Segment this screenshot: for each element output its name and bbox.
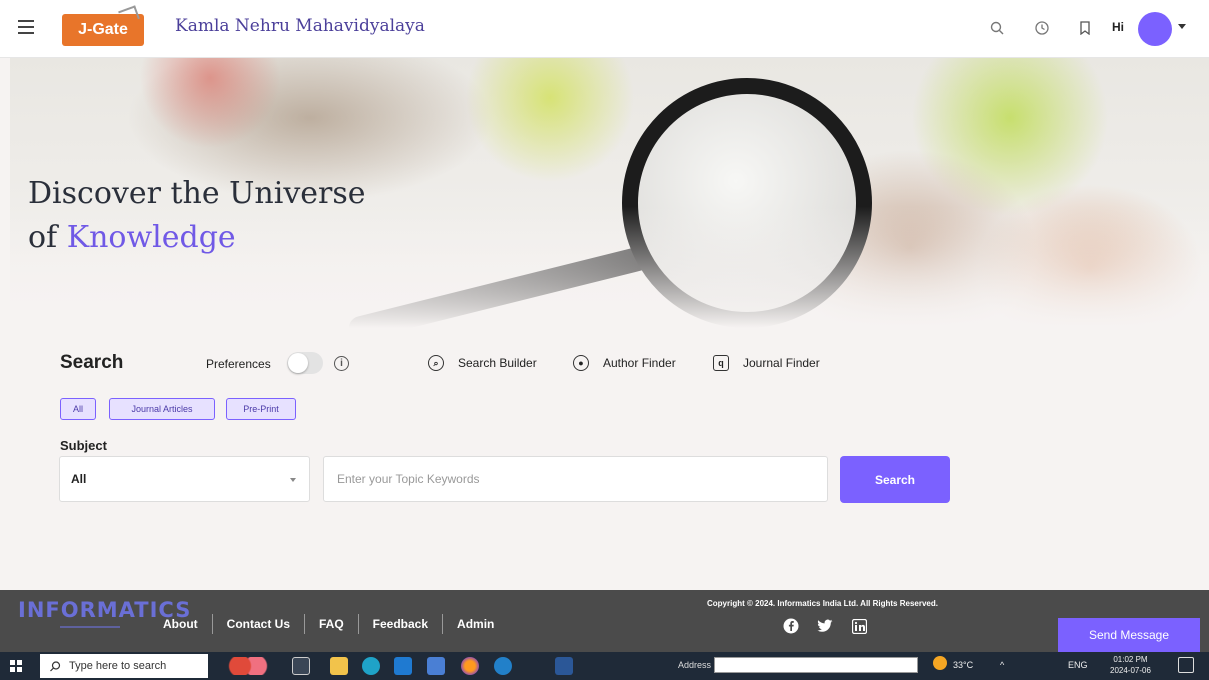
file-explorer-icon[interactable] <box>330 657 348 675</box>
copyright-text: Copyright © 2024. Informatics India Ltd.… <box>707 599 938 608</box>
notification-icon[interactable] <box>1178 657 1194 673</box>
twitter-icon[interactable] <box>817 618 833 634</box>
history-clock-icon[interactable] <box>1030 16 1054 40</box>
search-builder-icon: ⌕ <box>428 355 444 371</box>
footer-link-admin[interactable]: Admin <box>457 617 494 631</box>
filter-chip-all[interactable]: All <box>60 398 96 420</box>
search-icon <box>50 660 61 671</box>
store-icon[interactable] <box>427 657 445 675</box>
taskbar-search-placeholder: Type here to search <box>69 660 167 672</box>
search-builder-link[interactable]: ⌕ Search Builder <box>428 355 537 371</box>
bookmark-icon[interactable] <box>1073 16 1097 40</box>
jgate-logo[interactable]: J-Gate <box>62 5 144 46</box>
word-icon[interactable] <box>555 657 573 675</box>
subject-select[interactable]: All <box>59 456 310 502</box>
app-icon[interactable] <box>494 657 512 675</box>
top-header: J-Gate Kamla Nehru Mahavidyalaya Hi <box>0 0 1209 58</box>
author-finder-link[interactable]: ● Author Finder <box>573 355 676 371</box>
footer-link-about[interactable]: About <box>163 617 198 631</box>
taskbar-search-box[interactable]: Type here to search <box>40 654 208 678</box>
preferences-label: Preferences <box>206 357 271 371</box>
facebook-icon[interactable] <box>783 618 799 634</box>
flowers-widget-icon[interactable] <box>228 657 268 675</box>
hero-title: Discover the Universe of Knowledge <box>28 172 366 260</box>
hero-title-line1: Discover the Universe <box>28 176 366 211</box>
weather-icon[interactable] <box>933 656 947 670</box>
journal-icon: q <box>713 355 729 371</box>
language-indicator[interactable]: ENG <box>1068 660 1088 670</box>
subject-value: All <box>71 472 87 486</box>
chevron-down-icon[interactable] <box>1178 24 1186 29</box>
chevron-down-icon <box>290 478 296 482</box>
author-icon: ● <box>573 355 589 371</box>
menu-icon[interactable] <box>18 20 34 34</box>
hero-banner: Discover the Universe of Knowledge <box>10 58 1209 328</box>
footer-links: About Contact Us FAQ Feedback Admin <box>163 614 494 634</box>
mail-icon[interactable] <box>394 657 412 675</box>
logo-text: J-Gate <box>78 21 128 38</box>
send-message-button[interactable]: Send Message <box>1058 618 1200 652</box>
footer: INFORMATICS About Contact Us FAQ Feedbac… <box>0 590 1209 652</box>
address-toolbar-input[interactable] <box>714 657 918 673</box>
clock-date: 2024-07-06 <box>1110 666 1151 675</box>
footer-link-contact[interactable]: Contact Us <box>227 617 290 631</box>
footer-link-faq[interactable]: FAQ <box>319 617 344 631</box>
filter-chip-journal-articles[interactable]: Journal Articles <box>109 398 215 420</box>
hero-title-of: of <box>28 220 67 255</box>
hero-title-accent: Knowledge <box>66 220 236 255</box>
search-heading: Search <box>60 352 124 373</box>
task-view-icon[interactable] <box>292 657 310 675</box>
linkedin-icon[interactable] <box>851 618 867 634</box>
windows-start-icon[interactable] <box>10 660 22 672</box>
windows-taskbar: Type here to search Address 33°C ^ ENG 0… <box>0 652 1209 680</box>
firefox-icon[interactable] <box>461 657 479 675</box>
address-label: Address <box>678 660 712 670</box>
search-button[interactable]: Search <box>840 456 950 503</box>
logo-mark-icon <box>118 5 140 25</box>
clock-time: 01:02 PM <box>1113 655 1148 664</box>
filter-chip-pre-print[interactable]: Pre-Print <box>226 398 296 420</box>
footer-link-feedback[interactable]: Feedback <box>373 617 428 631</box>
preferences-toggle[interactable] <box>287 352 323 374</box>
keyword-search-input[interactable] <box>323 456 828 502</box>
journal-finder-link[interactable]: q Journal Finder <box>713 355 820 371</box>
avatar[interactable] <box>1138 12 1172 46</box>
info-icon[interactable]: i <box>334 356 349 371</box>
chevron-up-icon[interactable]: ^ <box>1000 660 1004 670</box>
subject-label: Subject <box>60 438 107 453</box>
greeting-text: Hi <box>1112 20 1124 34</box>
temperature-text: 33°C <box>953 660 974 670</box>
system-clock[interactable]: 01:02 PM 2024-07-06 <box>1110 654 1151 676</box>
edge-browser-icon[interactable] <box>362 657 380 675</box>
search-icon[interactable] <box>985 16 1009 40</box>
institution-name: Kamla Nehru Mahavidyalaya <box>175 16 425 36</box>
